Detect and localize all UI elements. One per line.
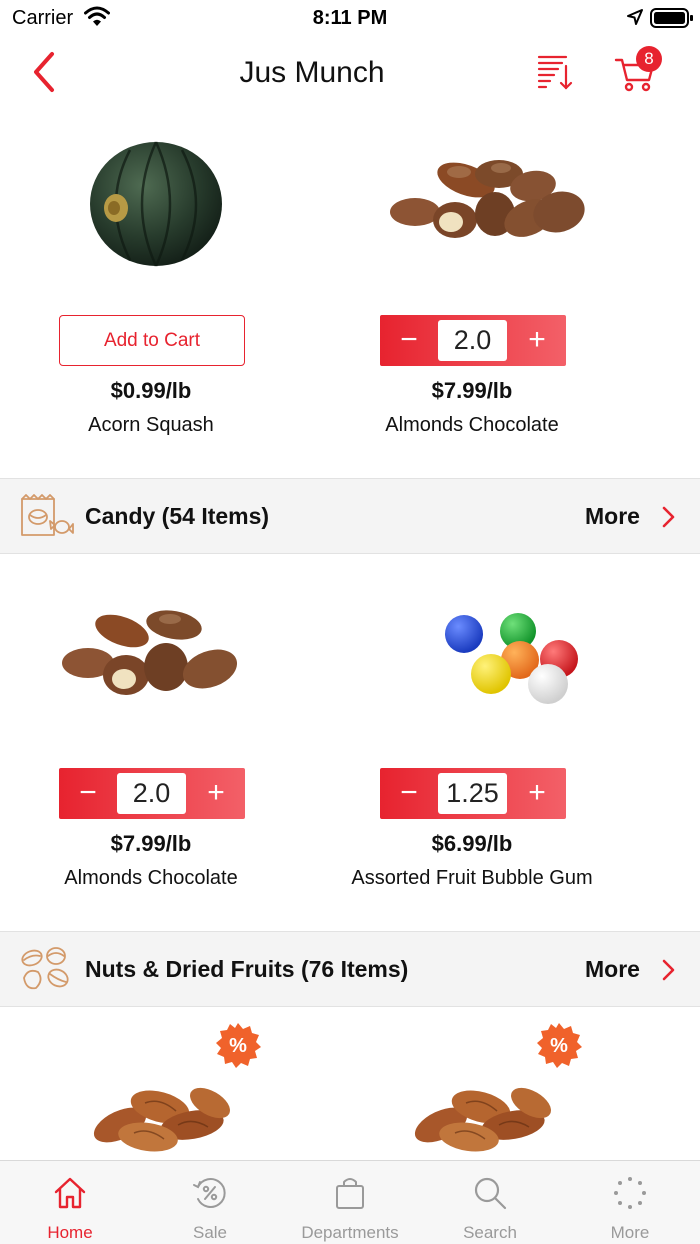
chevron-right-icon[interactable] [660,958,678,982]
section-more-link[interactable]: More [585,503,640,530]
tab-bar: Home Sale Departments Search More [0,1160,700,1244]
product-card[interactable]: Add to Cart $0.99/lb Acorn Squash [0,110,350,478]
svg-text:%: % [550,1035,568,1057]
svg-text:%: % [229,1035,247,1057]
product-name: Acorn Squash [88,414,214,436]
add-to-cart-button[interactable]: Add to Cart [59,315,245,366]
quantity-stepper[interactable]: − 1.25 + [380,768,566,819]
product-price: $6.99/lb [431,831,513,856]
product-grid-nuts: % % [0,1007,700,1160]
product-card[interactable]: − 1.25 + $6.99/lb Assorted Fruit Bubble … [321,554,671,932]
product-name: Almonds Chocolate [64,867,238,889]
product-card[interactable]: % [321,1007,671,1160]
section-more-link[interactable]: More [585,956,640,983]
product-card[interactable]: − 2.0 + $7.99/lb Almonds Chocolate [321,110,671,478]
product-name: Assorted Fruit Bubble Gum [351,867,593,889]
tab-home[interactable]: Home [0,1161,140,1244]
product-card[interactable]: % [0,1007,350,1160]
quantity-value[interactable]: 2.0 [438,320,507,361]
product-price: $7.99/lb [431,378,513,403]
sale-badge: % [536,1022,582,1068]
location-arrow-icon [627,9,643,25]
candy-icon [21,494,74,536]
product-price: $7.99/lb [110,831,192,856]
sort-button[interactable] [536,52,574,92]
product-price: $0.99/lb [110,378,192,403]
product-card[interactable]: − 2.0 + $7.99/lb Almonds Chocolate [0,554,350,932]
increase-quantity-button[interactable]: + [187,768,245,819]
increase-quantity-button[interactable]: + [508,768,566,819]
acorn-squash-image [50,110,300,290]
search-icon [474,1177,507,1210]
tab-label: Departments [301,1223,399,1242]
tab-departments[interactable]: Departments [280,1161,420,1244]
clock: 8:11 PM [312,7,388,29]
section-header-candy[interactable]: Candy (54 Items) More [0,478,700,554]
increase-quantity-button[interactable]: + [508,315,566,366]
more-dots-icon [614,1177,646,1209]
navigation-bar: Jus Munch 8 [0,36,700,110]
pecans-image [371,1067,621,1160]
decrease-quantity-button[interactable]: − [380,315,438,366]
tab-search[interactable]: Search [420,1161,560,1244]
bubble-gum-image [371,569,621,749]
tab-label: Search [463,1223,517,1242]
home-icon [54,1177,86,1209]
chocolate-almonds-image [50,569,300,749]
product-grid-top: Add to Cart $0.99/lb Acorn Squash − 2.0 … [0,110,700,478]
battery-icon [650,8,693,28]
page-title: Jus Munch [239,56,385,89]
chevron-right-icon[interactable] [660,505,678,529]
tab-more[interactable]: More [560,1161,700,1244]
shopping-bag-icon [336,1178,364,1209]
tab-label: More [610,1223,650,1242]
quantity-value[interactable]: 1.25 [438,773,507,814]
cart-count-badge: 8 [636,46,662,72]
section-title: Nuts & Dried Fruits (76 Items) [85,956,409,982]
sale-badge: % [215,1022,261,1068]
tab-label: Home [47,1223,93,1242]
product-name: Almonds Chocolate [385,414,559,436]
product-grid-candy: − 2.0 + $7.99/lb Almonds Chocolate − 1.2… [0,554,700,932]
tab-sale[interactable]: Sale [140,1161,280,1244]
decrease-quantity-button[interactable]: − [59,768,117,819]
quantity-stepper[interactable]: − 2.0 + [380,315,566,366]
nuts-icon [21,947,69,990]
section-title: Candy (54 Items) [85,503,270,529]
tab-label: Sale [192,1223,228,1242]
chocolate-almonds-image [371,110,621,290]
quantity-stepper[interactable]: − 2.0 + [59,768,245,819]
section-header-nuts[interactable]: Nuts & Dried Fruits (76 Items) More [0,931,700,1007]
cart-button[interactable]: 8 [614,44,670,94]
sale-icon [193,1178,226,1208]
status-bar: Carrier 8:11 PM [0,0,700,36]
pecans-image [50,1067,300,1160]
decrease-quantity-button[interactable]: − [380,768,438,819]
quantity-value[interactable]: 2.0 [117,773,186,814]
sort-icon [537,55,573,90]
